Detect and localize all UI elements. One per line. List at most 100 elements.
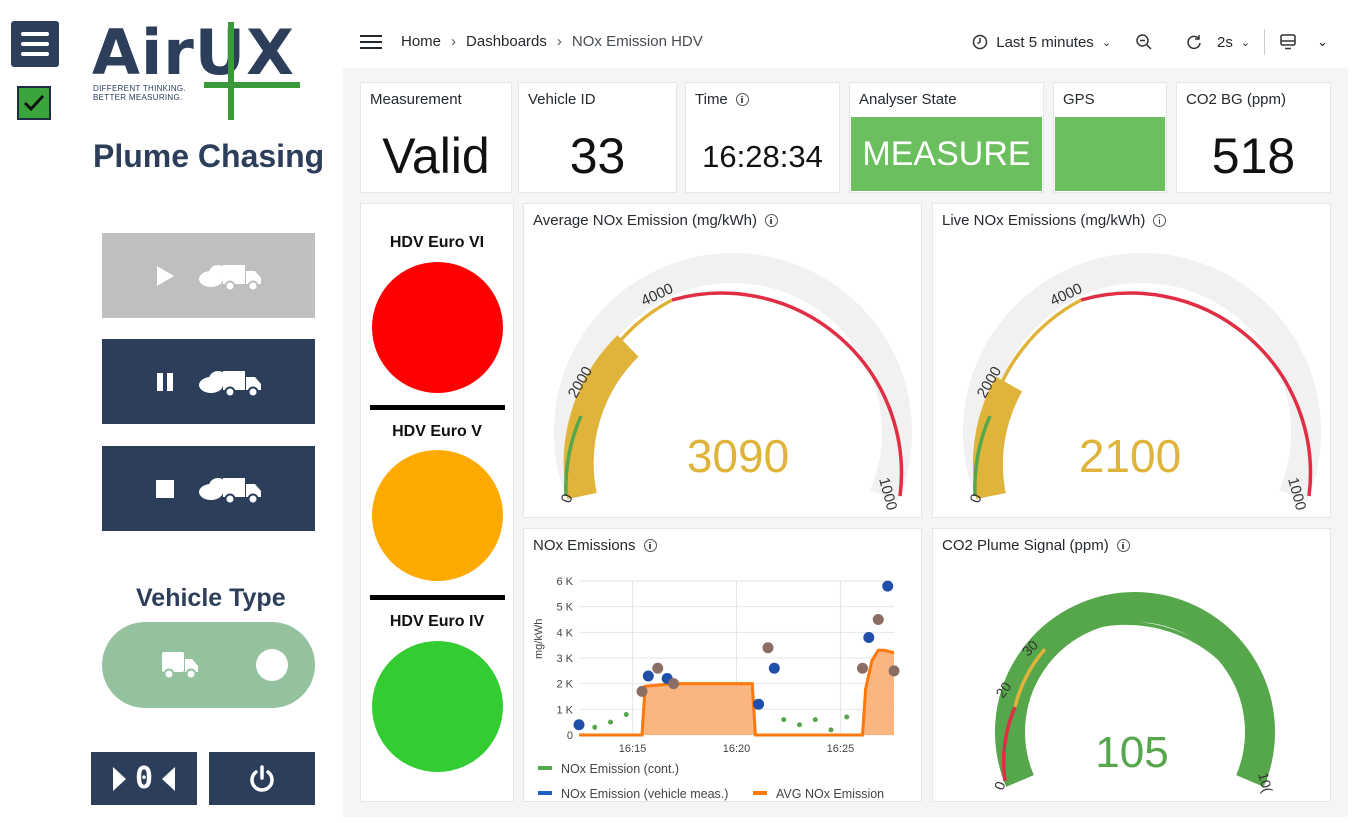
panel-title: Time xyxy=(695,91,728,108)
info-icon[interactable] xyxy=(735,93,749,106)
hamburger-menu-button[interactable] xyxy=(11,21,59,67)
time-range-picker[interactable]: Last 5 minutes ⌄ xyxy=(972,34,1111,51)
nox-timeseries-panel: NOx Emissions 01 K2 K3 K4 K5 K6 K 16:15 1… xyxy=(523,528,922,802)
arrow-left-icon xyxy=(162,766,176,791)
play-icon xyxy=(156,265,174,286)
chevron-right-icon: › xyxy=(451,33,457,50)
legend-vehicle: NOx Emission (vehicle meas.) xyxy=(561,787,728,801)
reset-counter-button[interactable]: 0 xyxy=(91,752,197,805)
toggle-knob xyxy=(256,649,288,681)
chevron-right-icon: › xyxy=(556,33,562,50)
refresh-interval-label: 2s xyxy=(1217,33,1233,51)
power-button[interactable] xyxy=(209,752,315,805)
legend-avg: AVG NOx Emission xyxy=(776,787,884,801)
logo-tagline: DIFFERENT THINKING. BETTER MEASURING. xyxy=(93,84,186,102)
time-panel: Time 16:28:34 xyxy=(685,82,840,193)
pause-icon xyxy=(156,372,173,391)
top-navbar: Home › Dashboards › NOx Emission HDV Las… xyxy=(343,12,1348,68)
euro-vi-indicator xyxy=(372,262,503,393)
y-axis-label: mg/kWh xyxy=(533,619,545,659)
euro-separator xyxy=(370,405,505,410)
euro-v-label: HDV Euro V xyxy=(392,423,482,440)
y-tick-label: 5 K xyxy=(556,602,573,614)
euro-separator xyxy=(370,595,505,600)
breadcrumb-home[interactable]: Home xyxy=(401,33,441,50)
y-tick-label: 0 xyxy=(567,730,573,742)
x-tick-label: 16:15 xyxy=(619,743,647,755)
euro-class-panel: HDV Euro VI HDV Euro V HDV Euro IV xyxy=(360,203,514,802)
vehicle-id-panel: Vehicle ID 33 xyxy=(518,82,677,193)
enable-checkbox[interactable] xyxy=(17,86,51,120)
cont-emission-point xyxy=(592,724,598,730)
breadcrumb-dashboards[interactable]: Dashboards xyxy=(466,33,547,50)
euro-iv-indicator xyxy=(372,641,503,772)
dashboard: Home › Dashboards › NOx Emission HDV Las… xyxy=(343,12,1348,817)
analyser-state-panel: Analyser State MEASURE xyxy=(849,82,1044,193)
y-tick-label: 3 K xyxy=(556,653,573,665)
chevron-down-icon: ⌄ xyxy=(1101,36,1112,49)
vehicle-meas-point xyxy=(753,698,765,710)
cloud-truck-icon xyxy=(198,370,261,397)
gps-status-fill xyxy=(1055,117,1165,191)
x-tick-label: 16:25 xyxy=(827,743,855,755)
euro-vi-label: HDV Euro VI xyxy=(389,234,485,251)
vehicle-id-value: 33 xyxy=(569,128,626,184)
breadcrumb-current: NOx Emission HDV xyxy=(571,33,703,50)
truck-icon xyxy=(162,652,198,680)
start-tracking-button[interactable] xyxy=(102,233,315,318)
cont-emission-point xyxy=(828,727,834,733)
vehicle-meas-point xyxy=(636,685,648,697)
panel-title: GPS xyxy=(1063,91,1095,108)
vehicle-meas-point xyxy=(872,614,884,625)
gauge-value: 105 xyxy=(1095,728,1168,777)
vehicle-meas-point xyxy=(857,662,868,674)
vehicle-type-toggle[interactable] xyxy=(102,622,315,708)
panel-title: Analyser State xyxy=(859,91,957,108)
refresh-picker[interactable]: 2s ⌄ xyxy=(1185,33,1250,51)
vehicle-meas-point xyxy=(573,719,585,731)
time-range-label: Last 5 minutes xyxy=(996,33,1094,51)
euro-iv-label: HDV Euro IV xyxy=(389,613,485,630)
panel-title: Measurement xyxy=(370,91,462,108)
y-tick-label: 4 K xyxy=(556,627,573,639)
nav-divider xyxy=(1264,29,1266,55)
nav-controls: Last 5 minutes ⌄ 2s ⌄ ⌄ xyxy=(972,29,1328,55)
cloud-truck-icon xyxy=(198,477,261,504)
stop-tracking-button[interactable] xyxy=(102,446,315,531)
cont-emission-point xyxy=(608,719,613,725)
legend-swatch-cont xyxy=(538,766,552,770)
vehicle-meas-point xyxy=(863,631,875,643)
cloud-truck-icon xyxy=(198,264,261,291)
cont-emission-point xyxy=(623,711,629,717)
vehicle-meas-point xyxy=(642,670,654,682)
chevron-down-icon[interactable]: ⌄ xyxy=(1317,34,1328,50)
co2-plume-gauge-panel: CO2 Plume Signal (ppm) 0 20 30 10( 105 xyxy=(932,528,1331,802)
power-icon xyxy=(250,764,274,792)
co2-plume-gauge: 0 20 30 10( 105 xyxy=(991,592,1276,795)
avg-nox-gauge-panel: Average NOx Emission (mg/kWh) 0 2000 400… xyxy=(523,203,922,518)
vehicle-meas-point xyxy=(882,580,894,592)
vehicle-meas-point xyxy=(768,662,780,674)
y-tick-label: 6 K xyxy=(556,576,573,588)
pause-tracking-button[interactable] xyxy=(102,339,315,424)
legend-swatch-vehicle xyxy=(538,791,552,795)
avg-nox-gauge: 0 2000 4000 1000 3090 xyxy=(554,253,912,512)
live-nox-gauge-panel: Live NOx Emissions (mg/kWh) 0 2000 4000 … xyxy=(932,203,1331,518)
y-tick-label: 2 K xyxy=(556,679,573,691)
panel-title: Vehicle ID xyxy=(528,91,596,108)
cont-emission-point xyxy=(781,717,787,723)
control-panel: AirUX DIFFERENT THINKING. BETTER MEASURI… xyxy=(0,0,345,823)
tv-mode-icon[interactable] xyxy=(1279,33,1297,51)
co2-bg-panel: CO2 BG (ppm) 518 xyxy=(1176,82,1331,193)
nav-menu-icon[interactable] xyxy=(360,35,382,53)
live-nox-gauge: 0 2000 4000 1000 2100 xyxy=(963,253,1321,512)
app-title: Plume Chasing xyxy=(93,138,325,174)
clock-icon xyxy=(973,34,988,50)
logo-text: AirUX xyxy=(92,16,295,89)
refresh-icon xyxy=(1187,35,1201,50)
zoom-out-icon[interactable] xyxy=(1135,33,1153,51)
gauge-tick: 10( xyxy=(1255,771,1276,795)
cont-emission-point xyxy=(844,714,850,720)
panel-title: CO2 BG (ppm) xyxy=(1186,91,1287,108)
reset-zero-label: 0 xyxy=(134,761,154,796)
